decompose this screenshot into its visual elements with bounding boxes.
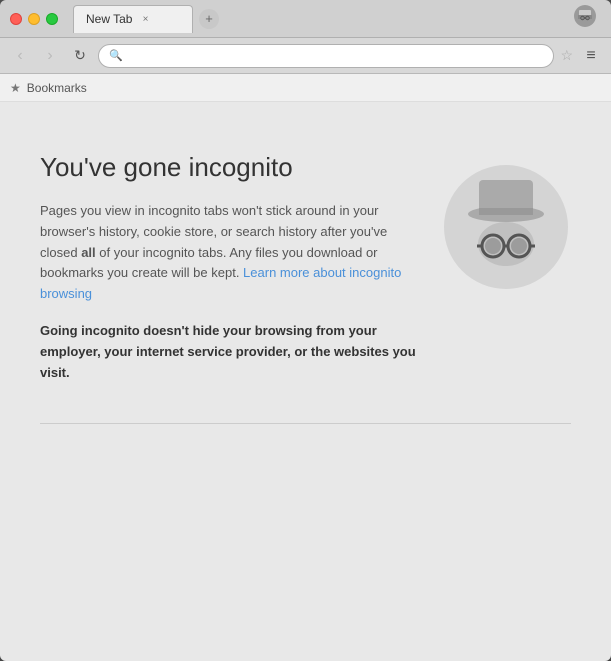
content-divider — [40, 423, 571, 424]
incognito-body-all: all — [81, 245, 95, 260]
maximize-window-button[interactable] — [46, 13, 58, 25]
page-content: You've gone incognito Pages you view in … — [0, 102, 611, 661]
new-tab-button[interactable]: + — [199, 9, 219, 29]
refresh-icon: ↻ — [74, 47, 86, 64]
incognito-text-section: You've gone incognito Pages you view in … — [40, 152, 421, 383]
bookmarks-star-icon: ★ — [10, 81, 21, 95]
incognito-spy-header-icon — [574, 5, 596, 32]
chrome-menu-button[interactable]: ≡ — [579, 44, 603, 68]
browser-window: New Tab × + ‹ — [0, 0, 611, 661]
incognito-title: You've gone incognito — [40, 152, 421, 183]
tab-bar: New Tab × + — [73, 5, 574, 33]
bookmarks-bar: ★ Bookmarks — [0, 74, 611, 102]
close-window-button[interactable] — [10, 13, 22, 25]
incognito-warning: Going incognito doesn't hide your browsi… — [40, 321, 421, 383]
tab-label: New Tab — [86, 12, 132, 26]
omnibox[interactable]: 🔍 — [98, 44, 554, 68]
minimize-window-button[interactable] — [28, 13, 40, 25]
forward-icon: › — [47, 47, 52, 65]
bookmark-star-icon[interactable]: ☆ — [560, 47, 573, 64]
titlebar: New Tab × + — [0, 0, 611, 38]
url-input[interactable] — [129, 48, 544, 63]
traffic-lights — [10, 13, 58, 25]
active-tab[interactable]: New Tab × — [73, 5, 193, 33]
back-button[interactable]: ‹ — [8, 44, 32, 68]
refresh-button[interactable]: ↻ — [68, 44, 92, 68]
incognito-body-paragraph: Pages you view in incognito tabs won't s… — [40, 201, 421, 305]
incognito-spy-illustration — [441, 152, 571, 297]
bookmarks-label[interactable]: Bookmarks — [27, 81, 87, 95]
tab-close-button[interactable]: × — [138, 12, 152, 26]
search-icon: 🔍 — [109, 49, 123, 62]
incognito-page: You've gone incognito Pages you view in … — [0, 102, 611, 423]
toolbar: ‹ › ↻ 🔍 ☆ ≡ — [0, 38, 611, 74]
back-icon: ‹ — [17, 47, 22, 65]
forward-button[interactable]: › — [38, 44, 62, 68]
